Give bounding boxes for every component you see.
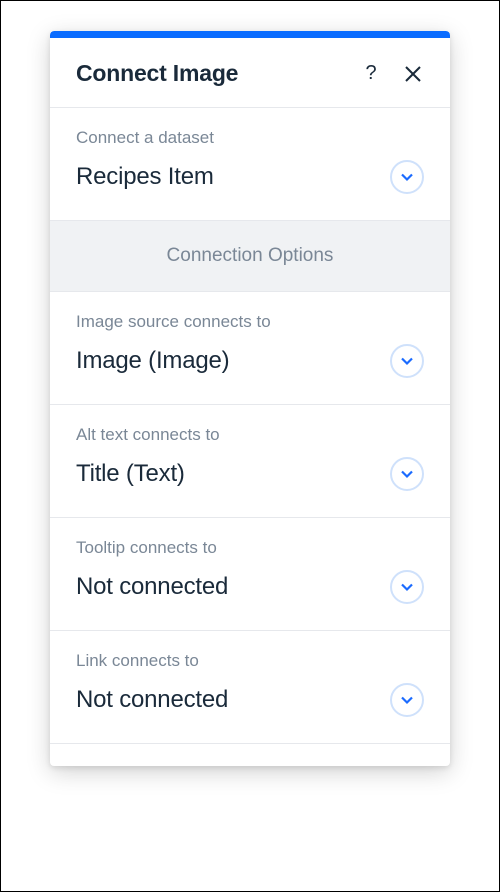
field-label: Link connects to: [76, 651, 424, 671]
field-value: Not connected: [76, 686, 228, 714]
field-select[interactable]: Not connected: [76, 570, 424, 604]
help-icon[interactable]: ?: [360, 63, 382, 85]
field-value: Title (Text): [76, 460, 185, 488]
panel-bottom-space: [50, 744, 450, 766]
chevron-down-icon[interactable]: [390, 344, 424, 378]
chevron-down-icon[interactable]: [390, 160, 424, 194]
accent-bar: [50, 31, 450, 38]
field-label: Alt text connects to: [76, 425, 424, 445]
field-image-source: Image source connects to Image (Image): [50, 292, 450, 405]
field-select[interactable]: Image (Image): [76, 344, 424, 378]
field-select[interactable]: Title (Text): [76, 457, 424, 491]
header-actions: ?: [360, 63, 424, 85]
connect-image-panel: Connect Image ? Connect a dataset Recipe…: [50, 31, 450, 766]
dataset-label: Connect a dataset: [76, 128, 424, 148]
field-link: Link connects to Not connected: [50, 631, 450, 744]
connection-options-header: Connection Options: [50, 221, 450, 292]
dataset-value: Recipes Item: [76, 163, 214, 191]
panel-header: Connect Image ?: [50, 38, 450, 108]
field-tooltip: Tooltip connects to Not connected: [50, 518, 450, 631]
field-alt-text: Alt text connects to Title (Text): [50, 405, 450, 518]
close-icon[interactable]: [402, 63, 424, 85]
field-value: Not connected: [76, 573, 228, 601]
chevron-down-icon[interactable]: [390, 683, 424, 717]
panel-title: Connect Image: [76, 60, 238, 87]
field-value: Image (Image): [76, 347, 229, 375]
field-label: Tooltip connects to: [76, 538, 424, 558]
dataset-section: Connect a dataset Recipes Item: [50, 108, 450, 221]
chevron-down-icon[interactable]: [390, 457, 424, 491]
chevron-down-icon[interactable]: [390, 570, 424, 604]
dataset-select[interactable]: Recipes Item: [76, 160, 424, 194]
field-label: Image source connects to: [76, 312, 424, 332]
field-select[interactable]: Not connected: [76, 683, 424, 717]
